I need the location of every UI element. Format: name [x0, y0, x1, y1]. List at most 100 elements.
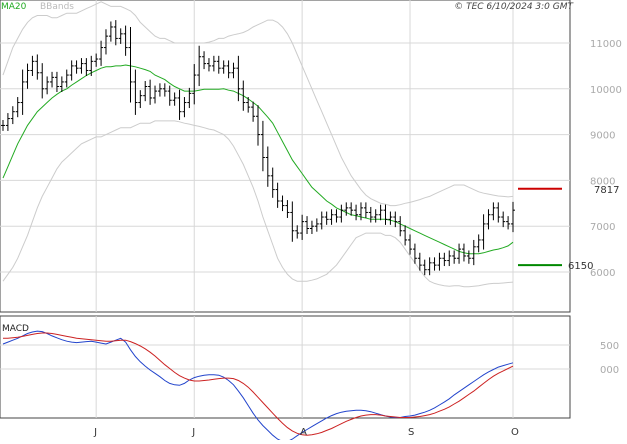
price-bar [270, 167, 275, 198]
price-bar [260, 120, 265, 172]
price-bar [422, 259, 427, 276]
price-bar [231, 62, 236, 79]
price-bar [373, 209, 378, 223]
macd-title: MACD [2, 324, 29, 334]
y-axis-labels: 11000 10000 9000 8000 7000 6000 500 000 [590, 39, 622, 376]
price-bar [290, 201, 295, 242]
price-bar [211, 55, 216, 72]
price-bar [30, 55, 35, 76]
macd-lines [2, 330, 514, 442]
price-bar [113, 20, 118, 46]
price-bar [466, 250, 471, 264]
price-bar [334, 209, 339, 223]
price-bar [501, 211, 506, 228]
price-bar [99, 40, 104, 66]
legend-bbands: BBands [40, 2, 74, 12]
price-bar [128, 26, 133, 103]
price-bar [1, 119, 5, 131]
copyright-text: © TEC 6/10/2024 3:0 GMT [454, 2, 574, 12]
price-bar [84, 58, 89, 76]
price-bar [153, 85, 158, 104]
price-bar [354, 204, 359, 221]
price-bar [300, 214, 305, 240]
price-bar [471, 239, 476, 266]
price-bar [25, 63, 30, 89]
price-bar [226, 60, 231, 79]
price-bar [378, 204, 383, 221]
price-bar [368, 206, 373, 223]
price-bar [118, 28, 123, 44]
price-bar [50, 71, 55, 88]
price-y-tick-label: 8000 [590, 176, 615, 187]
price-bar [363, 202, 368, 218]
price-bar [339, 204, 344, 223]
price-bar [314, 218, 319, 232]
ma20-line [2, 64, 514, 255]
price-y-tick-label: 6000 [590, 268, 615, 279]
macd-y-tick-label: 500 [600, 341, 619, 352]
price-y-tick-label: 9000 [590, 131, 615, 142]
bb-upper-line [2, 1, 514, 207]
x-axis-labels: JJASO [93, 427, 519, 438]
macd-panel-frame [0, 315, 571, 419]
bb-lower-line [2, 120, 514, 288]
grid-lines [0, 0, 570, 418]
price-y-tick-label: 7000 [590, 222, 615, 233]
x-month-label: J [191, 427, 195, 438]
price-bar [491, 202, 496, 221]
price-bar [64, 69, 69, 88]
x-month-label: O [511, 427, 519, 438]
price-bar [432, 257, 437, 271]
price-bar [309, 220, 314, 234]
price-bar [162, 83, 167, 97]
price-bar [275, 182, 280, 208]
price-bars [1, 20, 515, 276]
price-bar [5, 113, 10, 131]
price-bar [324, 211, 329, 225]
price-bar [79, 58, 84, 74]
stock-chart: 78176150 1100010000900080007000600050000… [0, 0, 622, 442]
price-y-tick-label: 11000 [590, 39, 622, 50]
price-bar [221, 60, 226, 74]
price-bar [305, 216, 310, 234]
x-month-label: A [300, 427, 307, 438]
price-bar [143, 81, 148, 102]
price-bar [216, 55, 221, 74]
price-bar [295, 225, 300, 239]
price-bar [157, 83, 162, 97]
price-bar [251, 101, 256, 122]
price-bar [476, 234, 481, 253]
price-bar [182, 97, 187, 118]
price-bar [427, 257, 432, 276]
price-bar [40, 63, 45, 99]
ma20-line [2, 64, 514, 255]
price-bar [280, 195, 285, 212]
price-bar [192, 64, 197, 105]
price-bar [45, 76, 50, 95]
price-bar [69, 60, 74, 81]
price-bar [481, 214, 486, 250]
price-bar [319, 211, 324, 230]
price-bar [447, 250, 452, 267]
price-bar [388, 211, 393, 225]
price-bar [403, 225, 408, 246]
price-bar [256, 105, 260, 146]
price-bar [452, 250, 457, 264]
price-bar [437, 252, 442, 271]
price-bar [241, 80, 246, 111]
price-bar [206, 58, 211, 72]
price-bar [103, 29, 108, 55]
price-bar [148, 79, 153, 105]
price-bar [138, 90, 143, 109]
price-bar [35, 54, 40, 80]
price-bar [15, 97, 20, 118]
price-bar [74, 60, 79, 74]
price-bar [202, 51, 207, 70]
price-bar [457, 243, 462, 264]
price-bar [108, 21, 113, 42]
price-bar [59, 76, 64, 93]
price-bar [442, 252, 447, 267]
price-bar [393, 211, 398, 228]
price-bar [133, 69, 138, 115]
price-bar [506, 216, 511, 230]
